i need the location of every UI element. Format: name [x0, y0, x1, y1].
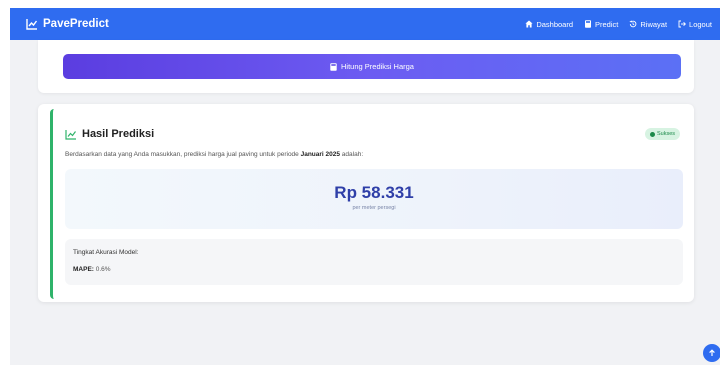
status-badge: Sukses — [645, 128, 681, 140]
calculator-icon — [585, 20, 592, 28]
nav-menu: Dashboard Predict Riwayat Logout — [525, 20, 712, 29]
nav-item-predict[interactable]: Predict — [584, 20, 618, 29]
check-circle-icon — [650, 131, 655, 137]
description-prefix: Berdasarkan data yang Anda masukkan, pre… — [65, 151, 301, 158]
nav-item-riwayat[interactable]: Riwayat — [629, 20, 667, 29]
chart-line-icon — [26, 19, 38, 30]
result-heading: Hasil Prediksi — [65, 128, 154, 140]
mape-label: MAPE: — [73, 266, 94, 273]
result-card: Hasil Prediksi Sukses Berdasarkan data y… — [38, 104, 694, 302]
brand[interactable]: PavePredict — [26, 18, 109, 30]
logout-icon — [678, 20, 687, 28]
prediction-period: Januari 2025 — [300, 151, 340, 158]
nav-label-dashboard: Dashboard — [536, 19, 574, 29]
predicted-price: Rp 58.331 — [334, 183, 414, 202]
home-icon — [525, 20, 533, 28]
nav-item-dashboard[interactable]: Dashboard — [525, 20, 573, 29]
price-box: Rp 58.331 per meter persegi — [65, 169, 683, 229]
arrow-up-icon — [709, 349, 715, 356]
nav-label-logout: Logout — [689, 19, 712, 29]
nav-label-predict: Predict — [595, 19, 619, 29]
calculate-prediction-button[interactable]: Hitung Prediksi Harga — [63, 54, 681, 79]
result-panel: Hasil Prediksi Sukses Berdasarkan data y… — [50, 109, 688, 299]
mape-value: 0.6% — [93, 266, 111, 273]
history-icon — [629, 20, 637, 28]
accuracy-label: Tingkat Akurasi Model: — [73, 249, 139, 256]
calculate-button-label: Hitung Prediksi Harga — [341, 62, 414, 71]
calculator-icon — [330, 62, 337, 71]
brand-name: PavePredict — [43, 18, 109, 30]
navbar: PavePredict Dashboard Predict Riwayat Lo… — [10, 8, 720, 40]
result-description: Berdasarkan data yang Anda masukkan, pre… — [65, 151, 363, 158]
result-title: Hasil Prediksi — [82, 128, 155, 140]
accuracy-box: Tingkat Akurasi Model: MAPE: 0.6% — [65, 239, 683, 285]
nav-label-riwayat: Riwayat — [640, 19, 668, 29]
scroll-to-top-button[interactable] — [703, 344, 720, 362]
prediction-form-card: Hitung Prediksi Harga — [38, 40, 694, 93]
mape-row: MAPE: 0.6% — [73, 266, 111, 273]
description-suffix: adalah: — [340, 151, 364, 158]
chart-line-icon — [65, 129, 76, 140]
nav-item-logout[interactable]: Logout — [678, 20, 712, 29]
status-badge-label: Sukses — [657, 131, 676, 137]
price-unit: per meter persegi — [352, 205, 396, 211]
